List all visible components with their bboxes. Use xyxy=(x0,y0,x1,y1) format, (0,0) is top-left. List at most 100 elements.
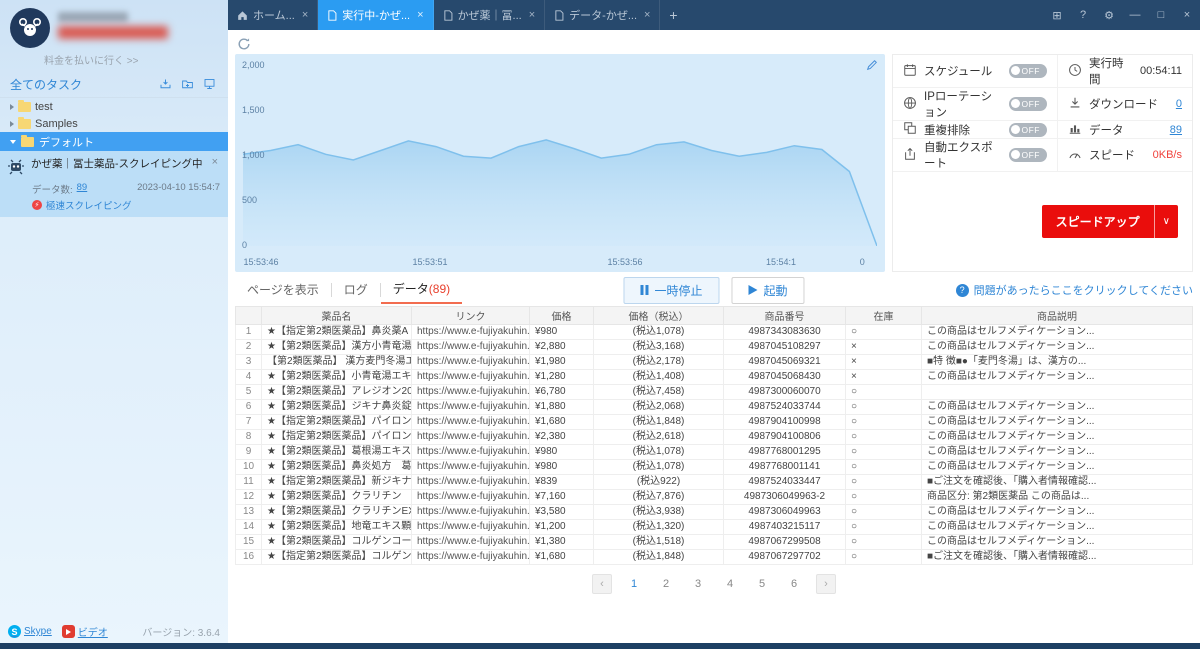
toggle-1[interactable]: OFF xyxy=(1008,97,1047,111)
speedup-button[interactable]: スピードアップ ∨ xyxy=(1041,205,1178,238)
col-header-product-code[interactable]: 商品番号 xyxy=(723,306,846,325)
col-header-stock[interactable]: 在庫 xyxy=(845,306,922,325)
new-tab-button[interactable]: + xyxy=(660,0,686,30)
edit-chart-icon[interactable] xyxy=(866,59,878,74)
tab-data[interactable]: データ(89) xyxy=(380,276,463,304)
table-row[interactable]: 2★【第2類医薬品】漢方小青竜湯エキ...https://www.e-fujiy… xyxy=(235,339,1193,355)
all-tasks-header[interactable]: 全てのタスク xyxy=(0,71,228,98)
page-2[interactable]: 2 xyxy=(656,574,676,594)
board-icon[interactable] xyxy=(200,76,218,92)
table-row[interactable]: 5★【第2類医薬品】アレジオン20 4...https://www.e-fuji… xyxy=(235,384,1193,400)
help-icon[interactable]: ? xyxy=(1070,0,1096,30)
table-row[interactable]: 14★【第2類医薬品】地竜エキス顆粒 1...https://www.e-fuj… xyxy=(235,519,1193,535)
page-5[interactable]: 5 xyxy=(752,574,772,594)
col-header-price-tax[interactable]: 価格（税込） xyxy=(593,306,724,325)
col-header-description[interactable]: 商品説明 xyxy=(921,306,1193,325)
drug-name: ★【指定第2類医薬品】コルゲンコー... xyxy=(261,549,412,565)
table-row[interactable]: 9★【第2類医薬品】葛根湯エキス顆粒...https://www.e-fujiy… xyxy=(235,444,1193,460)
link: https://www.e-fujiyakuhin.jp/SHOP/4... xyxy=(411,369,530,385)
close-tab-icon[interactable]: × xyxy=(529,9,535,21)
play-icon xyxy=(748,285,758,295)
table-row[interactable]: 8★【指定第2類医薬品】パイロンPL錠...https://www.e-fuji… xyxy=(235,429,1193,445)
chevron-right-icon xyxy=(10,120,14,127)
row-index: 13 xyxy=(235,504,262,520)
prev-page-icon[interactable]: ‹ xyxy=(592,574,612,594)
description: この商品はセルフメディケーション... xyxy=(921,369,1193,385)
skype-link[interactable]: S Skype xyxy=(8,625,52,638)
table-row[interactable]: 10★【第2類医薬品】鼻炎処方 葛根湯...https://www.e-fuji… xyxy=(235,459,1193,475)
table-row[interactable]: 4★【第2類医薬品】小青竜湯エキス顆...https://www.e-fujiy… xyxy=(235,369,1193,385)
tab-show-page[interactable]: ページを表示 xyxy=(235,283,332,297)
settings-icon[interactable]: ⚙ xyxy=(1096,0,1122,30)
col-header-price[interactable]: 価格 xyxy=(529,306,594,325)
drug-name: ★【第2類医薬品】クラリチンEX 2... xyxy=(261,504,412,520)
task-card[interactable]: かぜ薬｜冨士薬品-スクレイピング中 × データ数: 89 2023-04-10 … xyxy=(0,151,228,217)
minimize-icon[interactable]: — xyxy=(1122,0,1148,30)
stock: ○ xyxy=(845,504,922,520)
page-6[interactable]: 6 xyxy=(784,574,804,594)
dedupe-icon xyxy=(903,121,917,138)
refresh-icon[interactable] xyxy=(235,35,253,53)
table-row[interactable]: 6★【第2類医薬品】ジキナ鼻炎錠<F...https://www.e-fujiy… xyxy=(235,399,1193,415)
close-tab-icon[interactable]: × xyxy=(302,9,308,21)
row-index: 15 xyxy=(235,534,262,550)
link: https://www.e-fujiyakuhin.jp/SHOP/4... xyxy=(411,489,530,505)
tab-0[interactable]: ホーム... × xyxy=(228,0,319,30)
pay-link[interactable]: 料金を払いに行く >> xyxy=(44,52,218,67)
table-row[interactable]: 13★【第2類医薬品】クラリチンEX 2...https://www.e-fuj… xyxy=(235,504,1193,520)
table-row[interactable]: 16★【指定第2類医薬品】コルゲンコー...https://www.e-fuji… xyxy=(235,549,1193,565)
page-4[interactable]: 4 xyxy=(720,574,740,594)
tab-log[interactable]: ログ xyxy=(332,283,381,297)
stat-value[interactable]: 0 xyxy=(1176,98,1182,110)
table-row[interactable]: 15★【第2類医薬品】コルゲンコーワ 鼻...https://www.e-fuj… xyxy=(235,534,1193,550)
page-1[interactable]: 1 xyxy=(624,574,644,594)
link: https://www.e-fujiyakuhin.jp/SHOP/4... xyxy=(411,339,530,355)
maximize-icon[interactable]: □ xyxy=(1148,0,1174,30)
data-count-label: データ数: xyxy=(32,185,73,196)
setting-2: 重複排除 OFF xyxy=(893,121,1058,138)
new-folder-icon[interactable] xyxy=(178,76,196,92)
tab-strip: ホーム... × 実行中-かぜ... × かぜ薬｜冨... × データ-かぜ... × xyxy=(228,0,661,30)
table-row[interactable]: 7★【指定第2類医薬品】パイロンPL顆...https://www.e-fuji… xyxy=(235,414,1193,430)
close-tab-icon[interactable]: × xyxy=(417,9,423,21)
product-code: 4987067299508 xyxy=(723,534,846,550)
apps-icon[interactable]: ⊞ xyxy=(1044,0,1070,30)
stock: × xyxy=(845,354,922,370)
price-tax: (税込1,078) xyxy=(593,459,724,475)
table-row[interactable]: 1★【指定第2類医薬品】鼻炎薬A「ク...https://www.e-fujiy… xyxy=(235,324,1193,340)
home-icon xyxy=(237,10,248,21)
col-header-drug-name[interactable]: 薬品名 xyxy=(261,306,412,325)
chevron-down-icon[interactable]: ∨ xyxy=(1153,205,1178,238)
sidebar-item-Samples[interactable]: Samples xyxy=(0,115,228,132)
table-row[interactable]: 12 ★【第2類医薬品】クラリチン 2... https://www.e-fujiy… xyxy=(235,489,1193,505)
help-link[interactable]: ? 問題があったらここをクリックしてください xyxy=(955,282,1193,298)
stat-value[interactable]: 89 xyxy=(1170,124,1182,136)
data-count-link[interactable]: 89 xyxy=(77,182,88,196)
col-header-row-index[interactable] xyxy=(235,306,262,325)
import-icon[interactable] xyxy=(156,76,174,92)
tab-2[interactable]: かぜ薬｜冨... × xyxy=(434,0,546,30)
toggle-2[interactable]: OFF xyxy=(1008,122,1047,137)
price-tax: (税込2,068) xyxy=(593,399,724,415)
start-button[interactable]: 起動 xyxy=(731,276,805,304)
video-link[interactable]: ビデオ xyxy=(61,624,108,639)
sidebar-item-default-folder[interactable]: デフォルト xyxy=(0,132,228,151)
table-row[interactable]: 3【第2類医薬品】 漢方麦門冬湯エキ...https://www.e-fujiy… xyxy=(235,354,1193,370)
folder-label: Samples xyxy=(35,117,78,130)
tab-label: データ-かぜ... xyxy=(569,10,638,22)
app-window: 料金を払いに行く >> 全てのタスク test Samples デフォルト かぜ… xyxy=(0,0,1200,649)
col-header-link[interactable]: リンク xyxy=(411,306,530,325)
close-task-icon[interactable]: × xyxy=(210,156,220,168)
table-row[interactable]: 11★【指定第2類医薬品】新ジキナIP錠...https://www.e-fuj… xyxy=(235,474,1193,490)
next-page-icon[interactable]: › xyxy=(816,574,836,594)
toggle-3[interactable]: OFF xyxy=(1008,148,1047,162)
tab-3[interactable]: データ-かぜ... × xyxy=(545,0,661,30)
price: ¥839 xyxy=(529,474,594,490)
toggle-0[interactable]: OFF xyxy=(1008,64,1047,78)
close-icon[interactable]: × xyxy=(1174,0,1200,30)
tab-1[interactable]: 実行中-かぜ... × xyxy=(318,0,434,30)
page-3[interactable]: 3 xyxy=(688,574,708,594)
sidebar-item-test[interactable]: test xyxy=(0,98,228,115)
pause-button[interactable]: 一時停止 xyxy=(623,276,720,304)
close-tab-icon[interactable]: × xyxy=(644,9,650,21)
